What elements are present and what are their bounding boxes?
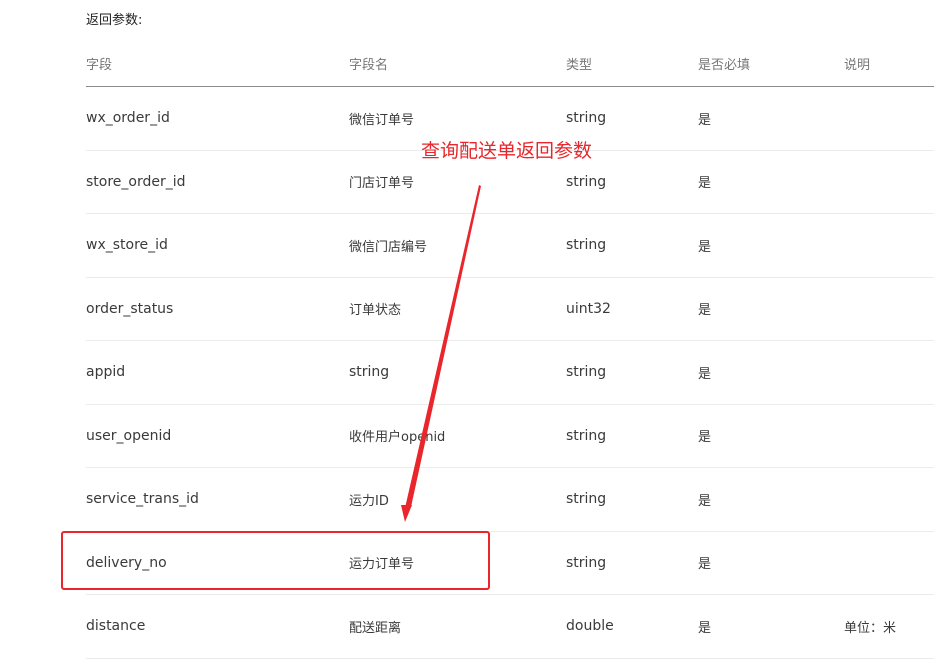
annotation-label: 查询配送单返回参数 xyxy=(421,140,593,162)
cell-field: wx_store_id xyxy=(86,213,349,278)
cell-required: 是 xyxy=(698,213,844,278)
cell-type: double xyxy=(566,594,698,659)
cell-required: 是 xyxy=(698,277,844,341)
highlight-box xyxy=(61,531,490,590)
cell-field-name: 收件用户openid xyxy=(349,404,566,468)
cell-field: order_status xyxy=(86,277,349,341)
header-description: 说明 xyxy=(844,40,934,87)
cell-required: 是 xyxy=(698,467,844,532)
table-row: wx_store_id 微信门店编号 string 是 xyxy=(86,213,934,278)
cell-required: 是 xyxy=(698,404,844,468)
table-row: order_status 订单状态 uint32 是 xyxy=(86,277,934,341)
cell-required: 是 xyxy=(698,594,844,659)
table-row: appid string string 是 xyxy=(86,340,934,405)
cell-description xyxy=(844,277,934,341)
cell-description xyxy=(844,531,934,595)
cell-required: 是 xyxy=(698,340,844,405)
cell-type: uint32 xyxy=(566,277,698,341)
cell-description xyxy=(844,150,934,214)
section-title: 返回参数: xyxy=(86,13,143,28)
table-row: distance 配送距离 double 是 单位：米 xyxy=(86,594,934,659)
table-header-row: 字段 字段名 类型 是否必填 说明 xyxy=(86,40,934,87)
cell-type: string xyxy=(566,531,698,595)
cell-description: 单位：米 xyxy=(844,594,934,659)
cell-description xyxy=(844,467,934,532)
cell-field-name: 订单状态 xyxy=(349,277,566,341)
cell-field: user_openid xyxy=(86,404,349,468)
cell-description xyxy=(844,404,934,468)
header-field: 字段 xyxy=(86,40,349,87)
cell-required: 是 xyxy=(698,150,844,214)
cell-field: service_trans_id xyxy=(86,467,349,532)
cell-field-name: 微信门店编号 xyxy=(349,213,566,278)
table-row: service_trans_id 运力ID string 是 xyxy=(86,467,934,532)
cell-field: store_order_id xyxy=(86,150,349,214)
table-row: user_openid 收件用户openid string 是 xyxy=(86,404,934,468)
cell-field-name: 配送距离 xyxy=(349,594,566,659)
header-required: 是否必填 xyxy=(698,40,844,87)
cell-field: appid xyxy=(86,340,349,405)
cell-description xyxy=(844,86,934,151)
cell-field: distance xyxy=(86,594,349,659)
header-type: 类型 xyxy=(566,40,698,87)
cell-field-name: 运力ID xyxy=(349,467,566,532)
cell-field: wx_order_id xyxy=(86,86,349,151)
cell-required: 是 xyxy=(698,86,844,151)
cell-type: string xyxy=(566,213,698,278)
cell-type: string xyxy=(566,340,698,405)
cell-type: string xyxy=(566,467,698,532)
cell-type: string xyxy=(566,404,698,468)
cell-required: 是 xyxy=(698,531,844,595)
cell-description xyxy=(844,340,934,405)
cell-field-name: string xyxy=(349,340,566,405)
cell-description xyxy=(844,213,934,278)
header-field-name: 字段名 xyxy=(349,40,566,87)
